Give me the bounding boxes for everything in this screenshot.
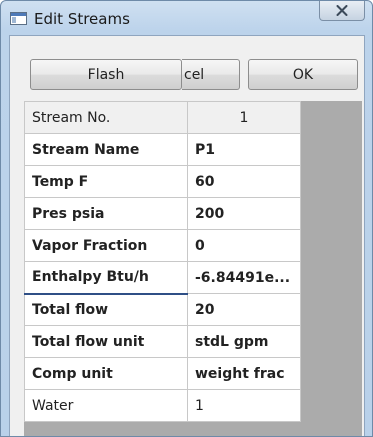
- edit-streams-window: Edit Streams Flash cel OK Stream No. 1 S…: [0, 0, 373, 437]
- stream-name-cell[interactable]: P1: [187, 133, 301, 166]
- temp-cell[interactable]: 60: [187, 165, 301, 198]
- enthalpy-cell[interactable]: -6.84491e...: [187, 261, 301, 294]
- dialog-body: Flash cel OK Stream No. 1 Stream Name P1…: [9, 35, 365, 436]
- grid-row-comp-unit: Comp unit weight frac: [24, 357, 301, 390]
- comp-unit-cell[interactable]: weight frac: [187, 357, 301, 390]
- grid-row-vapor-fraction: Vapor Fraction 0: [24, 229, 301, 262]
- row-label: Vapor Fraction: [24, 229, 188, 262]
- window-title: Edit Streams: [34, 10, 130, 28]
- window-app-icon: [10, 12, 27, 25]
- column-header-stream-1[interactable]: 1: [187, 101, 301, 134]
- pressure-cell[interactable]: 200: [187, 197, 301, 230]
- grid-row-total-flow-unit: Total flow unit stdL gpm: [24, 325, 301, 358]
- row-label: Comp unit: [24, 357, 188, 390]
- title-bar[interactable]: Edit Streams: [1, 1, 372, 35]
- total-flow-cell[interactable]: 20: [187, 293, 301, 326]
- ok-button[interactable]: OK: [248, 59, 358, 90]
- row-label: Water: [24, 389, 188, 422]
- grid-row-temp: Temp F 60: [24, 165, 301, 198]
- row-label: Pres psia: [24, 197, 188, 230]
- row-label: Temp F: [24, 165, 188, 198]
- vapor-fraction-cell[interactable]: 0: [187, 229, 301, 262]
- row-label: Total flow unit: [24, 325, 188, 358]
- grid-row-stream-no: Stream No. 1: [24, 101, 301, 134]
- row-label: Total flow: [24, 292, 188, 326]
- grid-row-total-flow: Total flow 20: [24, 292, 301, 326]
- water-cell[interactable]: 1: [187, 389, 301, 422]
- flash-button[interactable]: Flash: [30, 59, 182, 90]
- stream-grid: Stream No. 1 Stream Name P1 Temp F 60 Pr…: [24, 101, 362, 436]
- row-label: Stream No.: [24, 101, 188, 134]
- grid-row-water: Water 1: [24, 389, 301, 422]
- row-label: Enthalpy Btu/h: [24, 261, 188, 294]
- close-icon: [336, 5, 348, 16]
- grid-row-stream-name: Stream Name P1: [24, 133, 301, 166]
- cancel-button[interactable]: cel: [182, 59, 240, 90]
- row-label: Stream Name: [24, 133, 188, 166]
- grid-row-pressure: Pres psia 200: [24, 197, 301, 230]
- total-flow-unit-cell[interactable]: stdL gpm: [187, 325, 301, 358]
- close-button[interactable]: [319, 1, 365, 21]
- grid-row-enthalpy: Enthalpy Btu/h -6.84491e...: [24, 261, 301, 294]
